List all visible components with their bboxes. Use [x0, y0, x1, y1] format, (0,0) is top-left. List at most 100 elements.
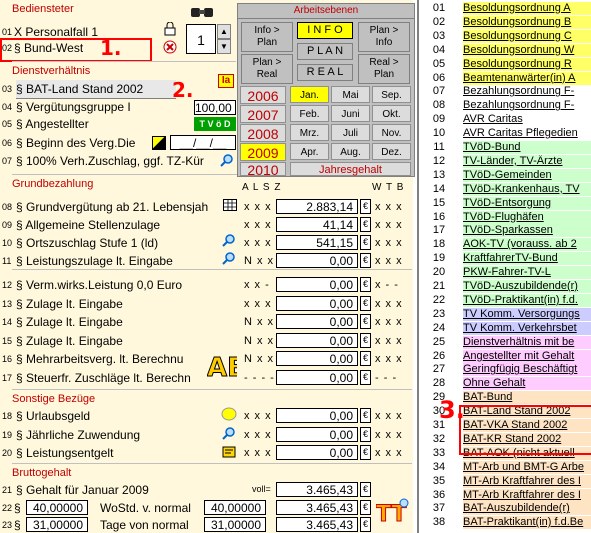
list-item[interactable]: 21 TVöD-Auszubildende(r) [419, 280, 591, 293]
list-item[interactable]: 36 MT-Arb Kraftfahrer des I [419, 488, 591, 502]
list-item[interactable]: 38 BAT-Praktikant(in) f.d.Be [419, 516, 591, 530]
amount-input[interactable]: 0,00 [276, 408, 358, 423]
checkbox-icon[interactable] [152, 136, 166, 150]
amount-input[interactable]: 41,14 [276, 217, 358, 232]
year-2009-button[interactable]: 2009 [240, 143, 286, 161]
search-icon[interactable] [222, 234, 236, 248]
list-item[interactable]: 15 TVöD-Entsorgung [419, 196, 591, 210]
list-item[interactable]: 18 AOK-TV (vorauss. ab 2 [419, 238, 591, 252]
lock-icon[interactable] [163, 21, 177, 36]
row-verguetungsgruppe[interactable]: 04 § Vergütungsgruppe I [0, 99, 195, 115]
tage-normal-input[interactable]: 31,00000 [204, 517, 266, 532]
list-item[interactable]: 16 TVöD-Flughäfen [419, 210, 591, 224]
list-item[interactable]: 11 TVöD-Bund [419, 141, 591, 154]
row-verh-zuschlag[interactable]: 07 § 100% Verh.Zuschlag, ggf. TZ-Kür [0, 153, 218, 169]
list-item[interactable]: 12 TV-Länder, TV-Ärzte [419, 154, 591, 168]
table-icon[interactable] [223, 199, 237, 211]
tvod-badge[interactable]: T V ö D [194, 117, 236, 131]
plan-to-real-button[interactable]: Plan > Real [241, 54, 293, 84]
list-item[interactable]: 23 TV Komm. Versorgungs [419, 307, 591, 321]
search-icon[interactable] [222, 427, 236, 441]
month-apr-button[interactable]: Apr. [290, 143, 329, 160]
list-item[interactable]: 05 Besoldungsordnung R [419, 57, 591, 71]
jahresgehalt-button[interactable]: Jahresgehalt [290, 162, 411, 176]
hand-icon[interactable] [222, 446, 236, 458]
month-nov-button[interactable]: Nov. [372, 124, 411, 141]
row-beginn-verg[interactable]: 06 § Beginn des Verg.Die [0, 135, 155, 151]
year-2010-button[interactable]: 2010 [240, 162, 286, 177]
list-item[interactable]: 24 TV Komm. Verkehrsbet [419, 321, 591, 335]
year-2007-button[interactable]: 2007 [240, 105, 286, 123]
info-to-plan-button[interactable]: Info > Plan [241, 22, 293, 52]
print-tt-icon[interactable]: TT [376, 493, 412, 529]
row-tarif[interactable]: 03 § BAT-Land Stand 2002 [0, 81, 180, 97]
month-sep-button[interactable]: Sep. [372, 86, 411, 103]
amount-input[interactable]: 0,00 [276, 277, 358, 292]
spinner-up-button[interactable]: ▲ [217, 24, 231, 39]
beginn-date-input[interactable]: __/__/__ [170, 135, 236, 150]
wostd-input[interactable]: 40,00000 [26, 500, 88, 515]
binoculars-icon[interactable] [190, 6, 214, 18]
list-item[interactable]: 28 Ohne Gehalt [419, 377, 591, 391]
year-2006-button[interactable]: 2006 [240, 86, 286, 104]
search-icon[interactable] [222, 252, 236, 266]
list-item[interactable]: 17 TVöD-Sparkassen [419, 224, 591, 238]
plan-to-info-button[interactable]: Plan > Info [358, 22, 410, 52]
amount-input[interactable]: 2.883,14 [276, 199, 358, 214]
amount-input[interactable]: 0,00 [276, 351, 358, 366]
amount-input[interactable]: 0,00 [276, 253, 358, 268]
amount-input[interactable]: 0,00 [276, 295, 358, 311]
real-button[interactable]: R E A L [297, 64, 353, 81]
calculator-ab-icon[interactable]: AB [207, 350, 248, 384]
month-okt-button[interactable]: Okt. [372, 105, 411, 122]
personalfall-spinner-input[interactable]: 1 [186, 24, 216, 54]
list-item[interactable]: 01 Besoldungsordnung A [419, 2, 591, 15]
month-jan-button[interactable]: Jan. [290, 86, 329, 103]
info-button[interactable]: I N F O [297, 22, 353, 39]
month-mrz-button[interactable]: Mrz. [290, 124, 329, 141]
wostd-normal-input[interactable]: 40,00000 [204, 500, 266, 515]
tage-input[interactable]: 31,00000 [26, 517, 88, 532]
list-item[interactable]: 25 Dienstverhältnis mit be [419, 335, 591, 349]
list-item[interactable]: 35 MT-Arb Kraftfahrer des I [419, 474, 591, 488]
list-item[interactable]: 34 MT-Arb und BMT-G Arbe [419, 460, 591, 474]
list-item[interactable]: 37 BAT-Auszubildende(r) [419, 502, 591, 516]
amount-input[interactable]: 0,00 [276, 369, 358, 385]
list-item[interactable]: 19 KraftfahrerTV-Bund [419, 252, 591, 266]
month-juni-button[interactable]: Juni [331, 105, 370, 122]
month-feb-button[interactable]: Feb. [290, 105, 329, 122]
amount-input[interactable]: 0,00 [276, 445, 358, 460]
delete-icon[interactable] [163, 40, 177, 54]
real-to-plan-button[interactable]: Real > Plan [358, 54, 410, 84]
list-item[interactable]: 27 Geringfügig Beschäftigt [419, 363, 591, 377]
list-item[interactable]: 22 TVöD-Praktikant(in) f.d. [419, 293, 591, 307]
amount-input[interactable]: 0,00 [276, 314, 358, 329]
list-item[interactable]: 26 Angestellter mit Gehalt [419, 349, 591, 363]
year-2008-button[interactable]: 2008 [240, 124, 286, 142]
month-mai-button[interactable]: Mai [331, 86, 370, 103]
list-item[interactable]: 10 AVR Caritas Pflegedien [419, 127, 591, 141]
list-item[interactable]: 07 Bezahlungsordnung F- [419, 85, 591, 99]
plan-button[interactable]: P L A N [297, 43, 353, 60]
list-item[interactable]: 06 Beamtenanwärter(in) A [419, 71, 591, 85]
row-angestellter[interactable]: 05 § Angestellter [0, 116, 180, 132]
tarif-group-icon[interactable]: Ia [218, 74, 234, 88]
list-item[interactable]: 08 Bezahlungsordnung F- [419, 99, 591, 113]
list-item[interactable]: 13 TVöD-Gemeinden [419, 168, 591, 182]
list-item[interactable]: 03 Besoldungsordnung C [419, 29, 591, 43]
sun-icon[interactable] [221, 407, 237, 421]
list-item[interactable]: 02 Besoldungsordnung B [419, 15, 591, 29]
spinner-down-button[interactable]: ▼ [217, 39, 231, 54]
list-item[interactable]: 04 Besoldungsordnung W [419, 43, 591, 57]
list-item[interactable]: 20 PKW-Fahrer-TV-L [419, 266, 591, 280]
amount-input[interactable]: 0,00 [276, 426, 358, 442]
amount-input[interactable]: 0,00 [276, 332, 358, 348]
list-item[interactable]: 09 AVR Caritas [419, 113, 591, 127]
amount-input[interactable]: 541,15 [276, 235, 358, 250]
list-item[interactable]: 14 TVöD-Krankenhaus, TV [419, 182, 591, 196]
month-juli-button[interactable]: Juli [331, 124, 370, 141]
month-dez-button[interactable]: Dez. [372, 143, 411, 160]
search-icon[interactable] [220, 154, 234, 168]
month-aug-button[interactable]: Aug. [331, 143, 370, 160]
verguetung-percent-input[interactable]: 100,00 [194, 100, 236, 115]
